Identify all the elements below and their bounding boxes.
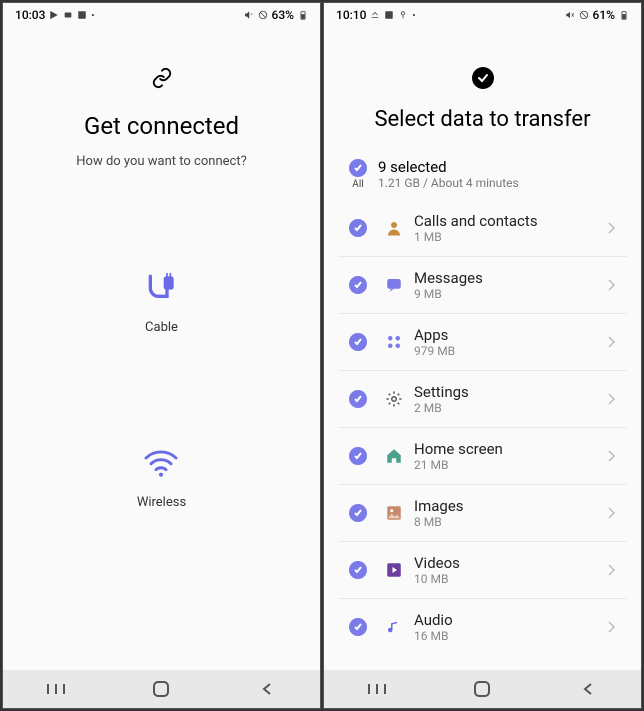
page-title: Get connected	[3, 112, 320, 140]
list-item[interactable]: Settings 2 MB	[338, 370, 627, 427]
music-icon	[378, 618, 410, 636]
status-icon	[63, 10, 73, 20]
item-size: 16 MB	[414, 629, 607, 643]
chevron-right-icon	[607, 447, 627, 466]
chevron-right-icon	[607, 561, 627, 580]
status-time: 10:03	[15, 8, 45, 22]
home-icon	[378, 447, 410, 465]
header-check-icon	[472, 67, 494, 89]
nav-bar	[324, 670, 641, 708]
option-cable-label: Cable	[145, 320, 178, 335]
chevron-right-icon	[607, 333, 627, 352]
page-subtitle: How do you want to connect?	[3, 154, 320, 169]
list-item[interactable]: Audio 16 MB	[338, 598, 627, 655]
nav-bar	[3, 670, 320, 708]
selected-size: 1.21 GB / About 4 minutes	[378, 176, 627, 190]
header: Get connected How do you want to connect…	[3, 27, 320, 169]
nav-home-button[interactable]	[131, 680, 191, 698]
item-checkbox[interactable]	[349, 561, 367, 579]
image-icon	[77, 10, 87, 20]
no-data-icon	[258, 10, 268, 20]
status-icon-1	[370, 10, 380, 20]
list-item[interactable]: Calls and contacts 1 MB	[338, 200, 627, 256]
item-title: Apps	[414, 326, 607, 344]
option-wireless[interactable]: Wireless	[137, 445, 186, 510]
dot-icon: •	[412, 11, 415, 20]
selected-count: 9 selected	[378, 158, 627, 176]
list-item[interactable]: Videos 10 MB	[338, 541, 627, 598]
status-battery-pct: 63%	[272, 8, 294, 22]
list-item[interactable]: Images 8 MB	[338, 484, 627, 541]
item-checkbox[interactable]	[349, 390, 367, 408]
wifi-icon	[141, 445, 181, 481]
item-title: Settings	[414, 383, 607, 401]
select-all-label: All	[352, 179, 363, 190]
item-size: 8 MB	[414, 515, 607, 529]
chevron-right-icon	[607, 390, 627, 409]
item-size: 1 MB	[414, 230, 607, 244]
list-item[interactable]: Home screen 21 MB	[338, 427, 627, 484]
status-battery-pct: 61%	[593, 8, 615, 22]
item-title: Home screen	[414, 440, 607, 458]
chevron-right-icon	[607, 219, 627, 238]
status-time: 10:10	[336, 8, 366, 22]
image-icon	[378, 504, 410, 522]
page-title: Select data to transfer	[324, 107, 641, 132]
chevron-right-icon	[607, 504, 627, 523]
item-size: 979 MB	[414, 344, 607, 358]
status-bar: 10:10 • 61%	[324, 3, 641, 27]
list-item[interactable]: Messages 9 MB	[338, 256, 627, 313]
item-size: 21 MB	[414, 458, 607, 472]
link-icon	[151, 67, 173, 94]
status-icon-2	[398, 10, 408, 20]
item-size: 2 MB	[414, 401, 607, 415]
nav-back-button[interactable]	[558, 682, 618, 696]
gear-icon	[378, 390, 410, 408]
grid-icon	[378, 333, 410, 351]
battery-icon	[619, 10, 629, 20]
play-store-icon	[49, 10, 59, 20]
battery-icon	[298, 10, 308, 20]
chevron-right-icon	[607, 618, 627, 637]
select-all-checkbox[interactable]	[349, 159, 367, 177]
item-checkbox[interactable]	[349, 333, 367, 351]
mute-icon	[565, 10, 575, 20]
nav-back-button[interactable]	[237, 682, 297, 696]
item-checkbox[interactable]	[349, 219, 367, 237]
dot-icon: •	[91, 11, 94, 20]
item-checkbox[interactable]	[349, 504, 367, 522]
item-checkbox[interactable]	[349, 276, 367, 294]
phone-right-select-data: 10:10 • 61% Select data to transfer All	[323, 2, 642, 709]
chevron-right-icon	[607, 276, 627, 295]
item-size: 10 MB	[414, 572, 607, 586]
chat-icon	[378, 276, 410, 294]
play-icon	[378, 561, 410, 579]
item-size: 9 MB	[414, 287, 607, 301]
item-title: Calls and contacts	[414, 212, 607, 230]
item-title: Audio	[414, 611, 607, 629]
data-list: All 9 selected 1.21 GB / About 4 minutes…	[324, 152, 641, 670]
nav-recent-button[interactable]	[347, 682, 407, 696]
item-checkbox[interactable]	[349, 447, 367, 465]
cable-icon	[142, 270, 182, 306]
nav-recent-button[interactable]	[26, 682, 86, 696]
option-cable[interactable]: Cable	[142, 270, 182, 335]
phone-left-get-connected: 10:03 • 63% Get connected How do you wan…	[2, 2, 321, 709]
item-title: Messages	[414, 269, 607, 287]
list-item[interactable]: Apps 979 MB	[338, 313, 627, 370]
item-title: Images	[414, 497, 607, 515]
no-data-icon	[579, 10, 589, 20]
item-checkbox[interactable]	[349, 618, 367, 636]
person-icon	[378, 219, 410, 237]
status-bar: 10:03 • 63%	[3, 3, 320, 27]
nav-home-button[interactable]	[452, 680, 512, 698]
header: Select data to transfer	[324, 27, 641, 152]
item-title: Videos	[414, 554, 607, 572]
option-wireless-label: Wireless	[137, 495, 186, 510]
select-all-row[interactable]: All 9 selected 1.21 GB / About 4 minutes	[338, 152, 627, 200]
image-icon	[384, 10, 394, 20]
mute-icon	[244, 10, 254, 20]
